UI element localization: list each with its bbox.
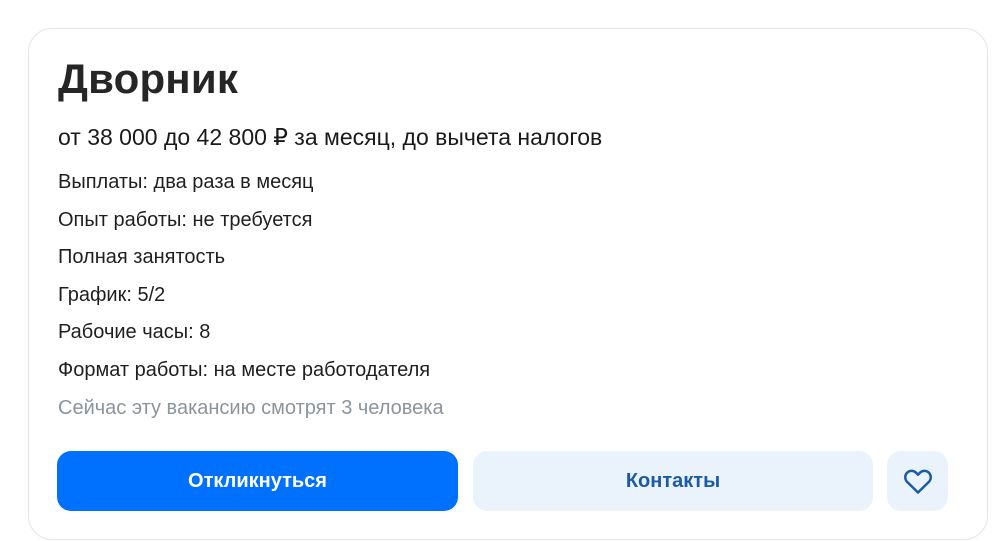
- viewers-count-text: Сейчас эту вакансию смотрят 3 человека: [58, 397, 444, 419]
- salary-text: от 38 000 до 42 800 ₽ за месяц, до вычет…: [58, 124, 603, 150]
- detail-payments: Выплаты: два раза в месяц: [58, 171, 314, 193]
- detail-employment: Полная занятость: [58, 246, 226, 268]
- detail-experience: Опыт работы: не требуется: [58, 208, 313, 231]
- vacancy-title: Дворник: [58, 55, 239, 102]
- favorite-button[interactable]: [887, 451, 948, 511]
- detail-schedule: График: 5/2: [58, 283, 166, 306]
- vacancy-details-list: Выплаты: два раза в месяц Опыт работы: н…: [58, 169, 430, 394]
- detail-working-hours: Рабочие часы: 8: [58, 321, 211, 343]
- detail-work-format: Формат работы: на месте работодателя: [58, 358, 431, 381]
- contacts-button[interactable]: Контакты: [473, 451, 873, 511]
- vacancy-card: Дворник от 38 000 до 42 800 ₽ за месяц, …: [28, 28, 988, 540]
- respond-button[interactable]: Откликнуться: [57, 451, 458, 511]
- heart-icon: [903, 467, 933, 495]
